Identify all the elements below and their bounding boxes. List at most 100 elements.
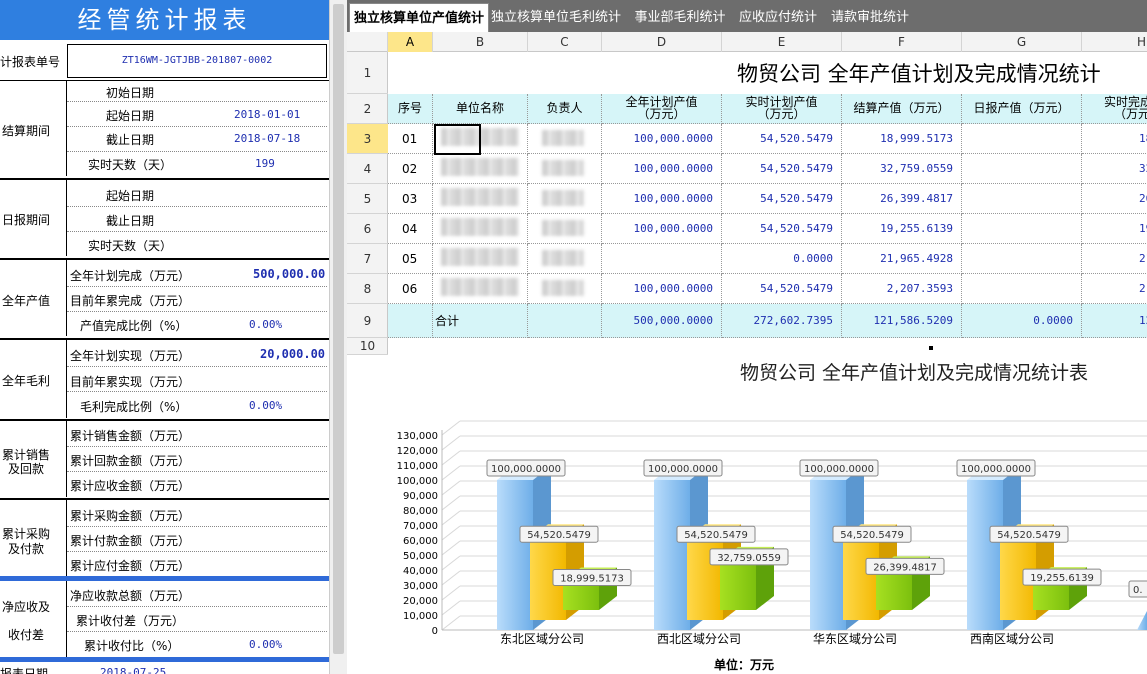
cell-r7-c0[interactable]: 05: [388, 244, 433, 274]
tab-receivable-payable[interactable]: 应收应付统计: [735, 3, 821, 32]
cell-r8-c5[interactable]: 2,207.3593: [842, 274, 962, 304]
cell-r7-c4[interactable]: 0.0000: [722, 244, 842, 274]
cell-r5-c0[interactable]: 03: [388, 184, 433, 214]
cell-r5-c4[interactable]: 54,520.5479: [722, 184, 842, 214]
cell-r8-c7[interactable]: 2,2: [1082, 274, 1147, 304]
cell-r6-c4[interactable]: 54,520.5479: [722, 214, 842, 244]
col-header-d[interactable]: D: [602, 32, 722, 52]
cell-r4-c1[interactable]: [433, 154, 528, 184]
cell-r7-c1[interactable]: [433, 244, 528, 274]
cell-r3-c5[interactable]: 18,999.5173: [842, 124, 962, 154]
settle-start-value[interactable]: 2018-01-01: [234, 108, 300, 121]
tab-division-profit[interactable]: 事业部毛利统计: [630, 3, 730, 32]
cell-r7-c6[interactable]: [962, 244, 1082, 274]
row-header-3[interactable]: 3: [347, 124, 388, 154]
cell-r4-c0[interactable]: 02: [388, 154, 433, 184]
cell-r3-c6[interactable]: [962, 124, 1082, 154]
cell-r4-c3[interactable]: 100,000.0000: [602, 154, 722, 184]
total-seq-cell[interactable]: [388, 304, 433, 338]
total-daily[interactable]: 0.0000: [962, 304, 1082, 338]
row-header-9[interactable]: 9: [347, 304, 388, 338]
cell-r3-c7[interactable]: 18,9: [1082, 124, 1147, 154]
cell-r6-c3[interactable]: 100,000.0000: [602, 214, 722, 244]
cell-r6-c0[interactable]: 04: [388, 214, 433, 244]
cell-r6-c6[interactable]: [962, 214, 1082, 244]
cell-r8-c1[interactable]: [433, 274, 528, 304]
report-no-field[interactable]: ZT16WM-JGTJBB-201807-0002: [67, 44, 327, 78]
cell-r4-c7[interactable]: 32,7: [1082, 154, 1147, 184]
cell-r5-c3[interactable]: 100,000.0000: [602, 184, 722, 214]
data-label: 32,759.0559: [717, 553, 781, 564]
cell-r5-c6[interactable]: [962, 184, 1082, 214]
col-header-h[interactable]: H: [1082, 32, 1147, 52]
row-header-4[interactable]: 4: [347, 154, 388, 184]
cell-r6-c2[interactable]: [528, 214, 602, 244]
header-unit-name[interactable]: 单位名称: [433, 94, 528, 124]
header-realtime-plan[interactable]: 实时计划产值 （万元）: [722, 94, 842, 124]
cell-r4-c6[interactable]: [962, 154, 1082, 184]
cell-r8-c2[interactable]: [528, 274, 602, 304]
sheet-grid: 序号 单位名称 负责人 全年计划产值 （万元） 实时计划产值 （万元） 结算产值（万…: [388, 52, 1147, 355]
row-header-7[interactable]: 7: [347, 244, 388, 274]
cell-r5-c7[interactable]: 26,3: [1082, 184, 1147, 214]
cell-r3-c3[interactable]: 100,000.0000: [602, 124, 722, 154]
cell-r8-c4[interactable]: 54,520.5479: [722, 274, 842, 304]
total-owner-cell[interactable]: [528, 304, 602, 338]
tab-payment-approval[interactable]: 请款审批统计: [827, 3, 913, 32]
cell-r4-c4[interactable]: 54,520.5479: [722, 154, 842, 184]
gridline-diag: [441, 420, 461, 436]
cell-r8-c0[interactable]: 06: [388, 274, 433, 304]
cell-r8-c3[interactable]: 100,000.0000: [602, 274, 722, 304]
annual-profit-plan-value[interactable]: 20,000.00: [260, 347, 325, 361]
row-header-2[interactable]: 2: [347, 94, 388, 124]
row-header-6[interactable]: 6: [347, 214, 388, 244]
left-scrollbar[interactable]: [329, 0, 347, 674]
settle-end-value[interactable]: 2018-07-18: [234, 132, 300, 145]
row-header-10[interactable]: 10: [347, 338, 388, 355]
total-plan[interactable]: 500,000.0000: [602, 304, 722, 338]
total-label[interactable]: 合计: [433, 304, 528, 338]
cell-r5-c1[interactable]: [433, 184, 528, 214]
select-all-corner[interactable]: [347, 32, 388, 52]
total-realtime-plan[interactable]: 272,602.7395: [722, 304, 842, 338]
report-date-value[interactable]: 2018-07-25: [100, 666, 166, 674]
col-header-g[interactable]: G: [962, 32, 1082, 52]
row-header-5[interactable]: 5: [347, 184, 388, 214]
total-realtime-complete[interactable]: 121,5: [1082, 304, 1147, 338]
cell-r4-c5[interactable]: 32,759.0559: [842, 154, 962, 184]
col-header-b[interactable]: B: [433, 32, 528, 52]
header-annual-plan[interactable]: 全年计划产值 （万元）: [602, 94, 722, 124]
row-header-8[interactable]: 8: [347, 274, 388, 304]
cell-r7-c5[interactable]: 21,965.4928: [842, 244, 962, 274]
cell-r7-c7[interactable]: 21,9: [1082, 244, 1147, 274]
bar-chart[interactable]: 物贸公司 全年产值计划及完成情况统计表 0 10,000 20,000 30,000 40…: [347, 355, 1147, 674]
cell-r6-c1[interactable]: [433, 214, 528, 244]
col-header-c[interactable]: C: [528, 32, 602, 52]
cell-r3-c2[interactable]: [528, 124, 602, 154]
cell-r7-c2[interactable]: [528, 244, 602, 274]
tab-output-stats[interactable]: 独立核算单位产值统计: [349, 3, 489, 32]
row-header-1[interactable]: 1: [347, 52, 388, 94]
header-daily-output[interactable]: 日报产值（万元）: [962, 94, 1082, 124]
col-header-a[interactable]: A: [388, 32, 433, 52]
chart-handle[interactable]: [929, 346, 933, 350]
cell-r8-c6[interactable]: [962, 274, 1082, 304]
cell-r6-c7[interactable]: 19,2: [1082, 214, 1147, 244]
scrollbar-thumb[interactable]: [333, 4, 344, 654]
total-settle[interactable]: 121,586.5209: [842, 304, 962, 338]
cell-r6-c5[interactable]: 19,255.6139: [842, 214, 962, 244]
cell-r7-c3[interactable]: [602, 244, 722, 274]
cell-r3-c4[interactable]: 54,520.5479: [722, 124, 842, 154]
tab-profit-stats[interactable]: 独立核算单位毛利统计: [490, 3, 622, 32]
cell-r5-c5[interactable]: 26,399.4817: [842, 184, 962, 214]
header-owner[interactable]: 负责人: [528, 94, 602, 124]
header-seq[interactable]: 序号: [388, 94, 433, 124]
header-realtime-complete[interactable]: 实时完成（万元: [1082, 94, 1147, 124]
annual-output-plan-value[interactable]: 500,000.00: [253, 267, 325, 281]
col-header-f[interactable]: F: [842, 32, 962, 52]
cell-r3-c0[interactable]: 01: [388, 124, 433, 154]
col-header-e[interactable]: E: [722, 32, 842, 52]
header-settle-output[interactable]: 结算产值（万元）: [842, 94, 962, 124]
cell-r5-c2[interactable]: [528, 184, 602, 214]
cell-r4-c2[interactable]: [528, 154, 602, 184]
